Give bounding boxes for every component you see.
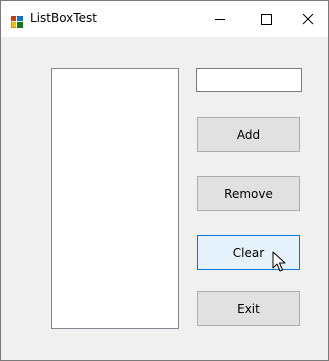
item-textbox[interactable] [196, 68, 302, 92]
mouse-pointer-icon [272, 251, 288, 273]
maximize-button[interactable] [243, 1, 289, 37]
title-bar[interactable]: ListBoxTest [1, 1, 328, 37]
exit-button[interactable]: Exit [197, 291, 300, 326]
items-listbox[interactable] [51, 68, 179, 329]
remove-button[interactable]: Remove [197, 176, 300, 211]
maximize-icon [261, 14, 272, 25]
main-window: ListBoxTest Add Remove Clear Exit [0, 0, 329, 361]
close-button[interactable] [289, 1, 328, 37]
window-title: ListBoxTest [30, 11, 97, 25]
app-icon [10, 13, 24, 29]
add-button[interactable]: Add [197, 117, 300, 152]
close-icon [302, 13, 314, 25]
minimize-button[interactable] [197, 1, 243, 37]
minimize-icon [215, 19, 225, 20]
